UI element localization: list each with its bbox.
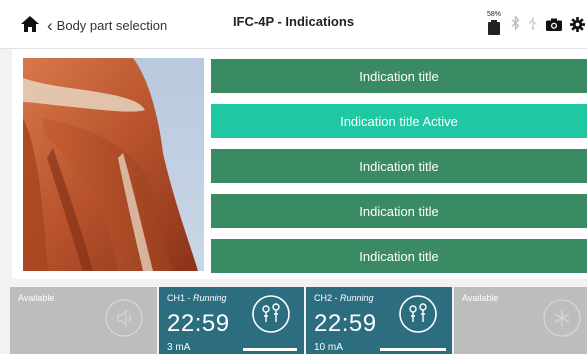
indication-button[interactable]: Indication title (211, 59, 587, 93)
channel-1-label: CH1 - Running (167, 293, 227, 303)
channel-2-intensity-bar (380, 348, 446, 351)
asterisk-icon (542, 298, 582, 343)
electrodes-icon (398, 294, 438, 339)
channel-1-timer: 22:59 (167, 310, 230, 337)
indication-button-active[interactable]: Indication title Active (211, 104, 587, 138)
channel-2-timer: 22:59 (314, 310, 377, 337)
indication-button[interactable]: Indication title (211, 194, 587, 228)
bluetooth-icon (511, 14, 520, 33)
home-icon[interactable] (20, 15, 40, 33)
channel-2-label: CH2 - Running (314, 293, 374, 303)
top-bar: ‹ Body part selection IFC-4P - Indicatio… (0, 0, 587, 49)
channel-1-intensity-bar (243, 348, 297, 351)
status-icons: 58% (485, 10, 585, 38)
channel-1-card[interactable]: CH1 - Running 22:59 3 mA (159, 287, 304, 354)
back-label: Body part selection (56, 17, 168, 33)
channel-status: Available (18, 293, 55, 303)
chevron-left-icon: ‹ (47, 15, 53, 35)
channel-status: Available (462, 293, 499, 303)
channel-strip: Available CH1 - Running 22:59 3 mA CH2 -… (0, 287, 587, 354)
indication-button[interactable]: Indication title (211, 239, 587, 273)
page-title: IFC-4P - Indications (232, 14, 355, 29)
channel-slot-available[interactable]: Available (10, 287, 157, 354)
camera-icon[interactable] (546, 18, 562, 31)
usb-icon (528, 16, 538, 33)
anatomy-image (23, 58, 204, 271)
battery-percent: 58% (486, 11, 501, 18)
channel-2-current: 10 mA (314, 342, 343, 353)
electrodes-icon (251, 294, 291, 339)
indications-panel: Indication title Indication title Active… (12, 49, 587, 279)
channel-slot-available[interactable]: Available (454, 287, 587, 354)
speaker-icon (104, 298, 144, 343)
channel-2-card[interactable]: CH2 - Running 22:59 10 mA (306, 287, 452, 354)
channel-1-current: 3 mA (167, 342, 191, 353)
gear-icon[interactable] (570, 16, 585, 32)
indication-button[interactable]: Indication title (211, 149, 587, 183)
back-button[interactable]: ‹ Body part selection (47, 13, 167, 37)
battery-icon: 58% (485, 11, 503, 37)
